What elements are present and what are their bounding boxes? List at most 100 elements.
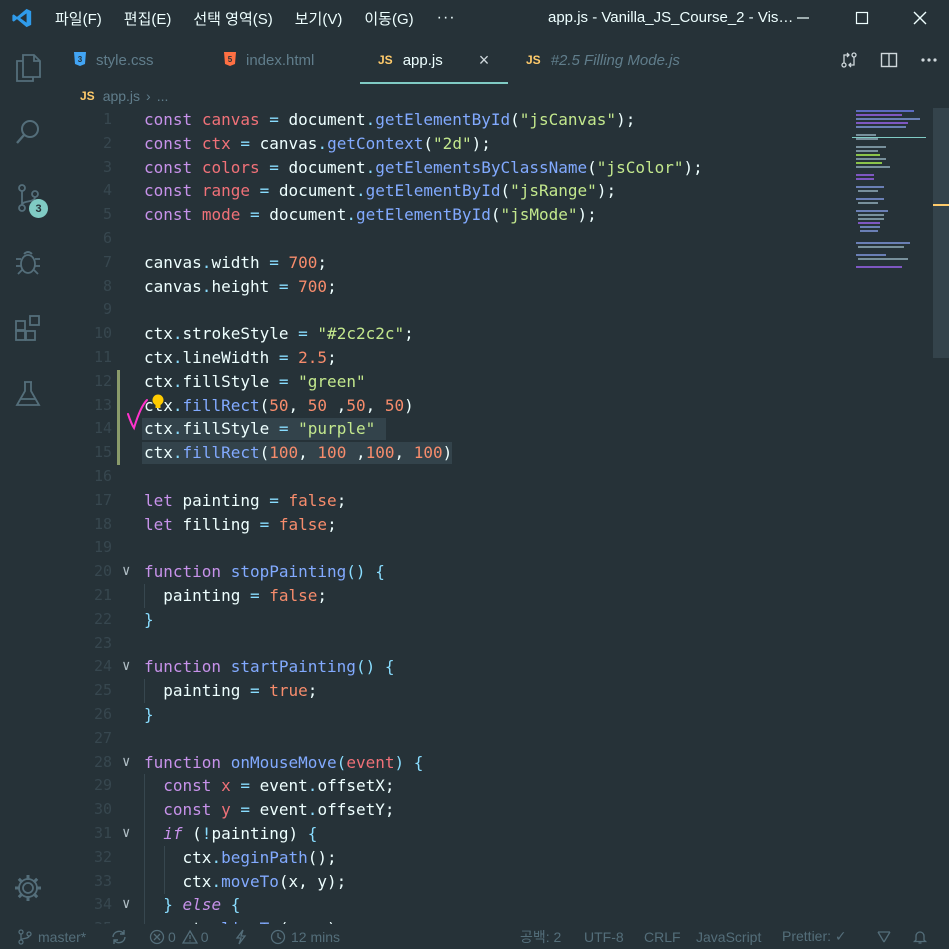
code-line[interactable]: 34 ∨ } else { (56, 893, 836, 917)
code-line[interactable]: 19 (56, 536, 836, 560)
menu-edit[interactable]: 편집(E) (113, 8, 183, 29)
code-token: , (327, 395, 347, 415)
testing-icon[interactable] (0, 370, 56, 418)
tab-index-html[interactable]: 5 index.html (206, 36, 360, 84)
menu-selection[interactable]: 선택 영역(S) (182, 8, 283, 29)
more-actions-icon[interactable] (909, 36, 949, 84)
lightning-icon[interactable] (234, 924, 248, 949)
code-token: 700 (298, 276, 328, 296)
problems-status[interactable]: 0 0 (149, 924, 209, 949)
code-line[interactable]: 28 ∨ function onMouseMove(event) { (56, 751, 836, 775)
eol-status[interactable]: CRLF (644, 924, 681, 949)
tab-style-css[interactable]: 3 style.css (56, 36, 206, 84)
code-line[interactable]: 14 ctx.fillStyle = "purple" (56, 417, 836, 441)
code-line[interactable]: 35 ctx.lineTo(x, y); (56, 917, 836, 924)
scm-badge: 3 (29, 199, 48, 218)
tab-filling-mode-js[interactable]: JS #2.5 Filling Mode.js (508, 36, 708, 84)
language-mode[interactable]: JavaScript (696, 924, 761, 949)
code-token: ); (616, 110, 636, 129)
code-line[interactable]: 10 ctx.strokeStyle = "#2c2c2c"; (56, 322, 836, 346)
indentation-status[interactable]: 공백: 2 (520, 924, 561, 949)
prettier-status[interactable]: Prettier: ✓ (782, 924, 847, 949)
split-editor-icon[interactable] (869, 36, 909, 84)
close-tab-icon[interactable]: × (479, 50, 490, 71)
code-line[interactable]: 26} (56, 703, 836, 727)
code-line[interactable]: 24 ∨ function startPainting() { (56, 655, 836, 679)
code-line[interactable]: 8 canvas.height = 700; (56, 275, 836, 299)
code-line[interactable]: 6 (56, 227, 836, 251)
close-window-icon[interactable] (891, 0, 949, 36)
code-line[interactable]: 23 (56, 632, 836, 656)
error-count: 0 (168, 928, 176, 945)
code-line[interactable]: 11 ctx.lineWidth = 2.5; (56, 346, 836, 370)
fold-chevron-icon[interactable]: ∨ (122, 822, 138, 846)
code-line[interactable]: 33 ctx.moveTo(x, y); (56, 870, 836, 894)
code-line[interactable]: 4 const range = document.getElementById("… (56, 179, 836, 203)
code-token: } (144, 705, 154, 724)
settings-gear-icon[interactable] (0, 864, 56, 912)
code-line[interactable]: 15 ctx.fillRect(100, 100 ,100, 100) (56, 441, 836, 465)
code-editor[interactable]: 1 const canvas = document.getElementById(… (56, 108, 949, 924)
code-token: let (144, 490, 173, 510)
fold-chevron-icon[interactable]: ∨ (122, 893, 138, 917)
code-line[interactable]: 31 ∨ if (!painting) { (56, 822, 836, 846)
fold-chevron-icon[interactable]: ∨ (122, 655, 138, 679)
sync-icon[interactable] (110, 924, 128, 949)
code-token: beginPath (221, 847, 308, 867)
fold-chevron-icon[interactable]: ∨ (122, 560, 138, 584)
extensions-icon[interactable] (0, 304, 56, 352)
code-line[interactable]: 29 const x = event.offsetX; (56, 774, 836, 798)
code-line[interactable]: 1 const canvas = document.getElementById(… (56, 108, 836, 132)
code-line[interactable]: 21 painting = false; (56, 584, 836, 608)
code-line[interactable]: 2 const ctx = canvas.getContext("2d"); (56, 132, 836, 156)
code-line[interactable]: 27 (56, 727, 836, 751)
code-line[interactable]: 25 painting = true; (56, 679, 836, 703)
code-token: "green" (298, 371, 366, 391)
encoding-status[interactable]: UTF-8 (584, 924, 624, 949)
code-token: , (288, 395, 308, 415)
code-line[interactable]: 13 ctx.fillRect(50, 50 ,50, 50) (56, 394, 836, 418)
code-line[interactable]: 17 let painting = false; (56, 489, 836, 513)
status-bar: master* 0 0 12 mins 공백: 2 UTF-8 CRLF Jav… (0, 924, 949, 949)
code-line[interactable]: 30 const y = event.offsetY; (56, 798, 836, 822)
breadcrumb-file[interactable]: app.js (103, 88, 140, 104)
css-file-icon: 3 (74, 51, 86, 69)
notifications-icon[interactable] (912, 924, 928, 949)
code-token: ctx (144, 443, 173, 463)
code-line[interactable]: 5 const mode = document.getElementById("j… (56, 203, 836, 227)
lightbulb-icon[interactable] (151, 394, 165, 410)
code-token: = (240, 800, 250, 820)
code-line[interactable]: 16 (56, 465, 836, 489)
code-line[interactable]: 12 ctx.fillStyle = "green" (56, 370, 836, 394)
tab-app-js[interactable]: JS app.js × (360, 36, 508, 84)
code-line[interactable]: 7 canvas.width = 700; (56, 251, 836, 275)
source-control-icon[interactable] (0, 174, 56, 222)
menu-file[interactable]: 파일(F) (44, 8, 113, 29)
menu-view[interactable]: 보기(V) (284, 8, 354, 29)
compare-changes-icon[interactable] (829, 36, 869, 84)
debug-icon[interactable] (0, 238, 56, 286)
branch-status[interactable]: master* (18, 924, 86, 949)
code-line[interactable]: 32 ctx.beginPath(); (56, 846, 836, 870)
wakatime-status[interactable]: 12 mins (270, 924, 340, 949)
code-token: fillRect (182, 395, 260, 415)
code-token: 50 (384, 395, 405, 415)
feedback-icon[interactable] (875, 924, 893, 949)
fold-chevron-icon[interactable]: ∨ (122, 751, 138, 775)
explorer-icon[interactable] (0, 44, 56, 92)
minimize-icon[interactable] (774, 0, 832, 36)
menu-go[interactable]: 이동(G) (353, 8, 424, 29)
code-line[interactable]: 22} (56, 608, 836, 632)
code-token: "jsRange" (510, 181, 597, 201)
code-line[interactable]: 20 ∨ function stopPainting() { (56, 560, 836, 584)
menu-more-icon[interactable]: ··· (425, 9, 468, 27)
maximize-icon[interactable] (833, 0, 891, 36)
code-line[interactable]: 18 let filling = false; (56, 513, 836, 537)
code-line[interactable]: 3 const colors = document.getElementsByCl… (56, 156, 836, 180)
vertical-scrollbar[interactable] (933, 108, 949, 358)
breadcrumb-symbol[interactable]: ... (157, 88, 169, 104)
search-icon[interactable] (0, 108, 56, 156)
code-line[interactable]: 9 (56, 298, 836, 322)
minimap[interactable] (852, 108, 932, 278)
